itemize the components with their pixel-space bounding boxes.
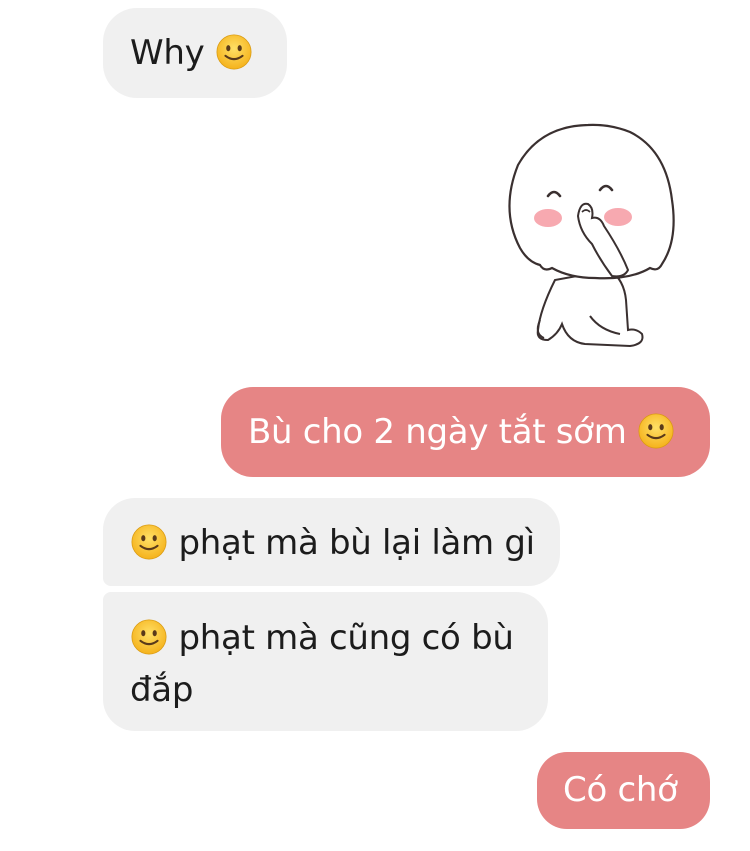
shy-ghost-sticker[interactable] <box>500 120 685 350</box>
incoming-message-bubble[interactable]: phạt mà cũng có bù đắp <box>103 592 548 731</box>
incoming-message-bubble[interactable]: phạt mà bù lại làm gì <box>103 498 560 586</box>
slightly-smiling-face-emoji-icon <box>215 33 253 71</box>
outgoing-message-bubble[interactable]: Có chớ <box>537 752 710 829</box>
message-text: Bù cho 2 ngày tắt sớm <box>248 412 627 452</box>
message-text: Có chớ <box>563 770 678 810</box>
message-text-line-1: phạt mà cũng có bù <box>178 618 514 658</box>
message-text: Why <box>130 33 205 73</box>
message-text: phạt mà bù lại làm gì <box>178 523 536 563</box>
slightly-smiling-face-emoji-icon <box>130 618 168 656</box>
slightly-smiling-face-emoji-icon <box>130 523 168 561</box>
incoming-message-bubble[interactable]: Why <box>103 8 287 98</box>
slightly-smiling-face-emoji-icon <box>637 412 675 450</box>
outgoing-message-bubble[interactable]: Bù cho 2 ngày tắt sớm <box>221 387 710 477</box>
message-text-line-2: đắp <box>130 670 194 710</box>
